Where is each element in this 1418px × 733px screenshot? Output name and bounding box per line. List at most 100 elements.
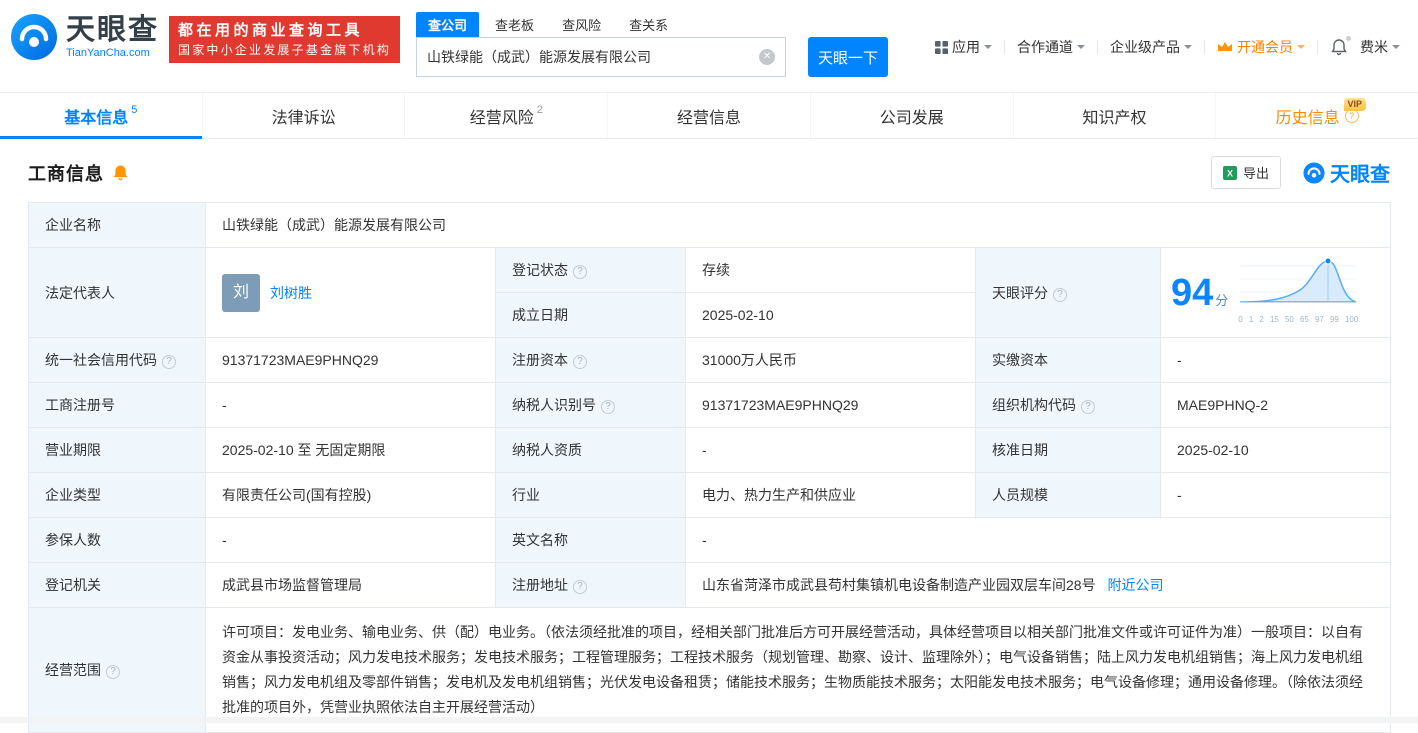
tab-history-info[interactable]: VIP 历史信息 ? — [1215, 93, 1418, 138]
logo-title: 天眼查 — [66, 14, 160, 46]
field-label-text: 注册地址 — [512, 577, 568, 593]
tick-label: 0 — [1238, 315, 1243, 324]
field-label: 纳税人资质 — [495, 427, 686, 473]
notification-dot — [1346, 36, 1351, 41]
section-nav: 基本信息 5 法律诉讼 经营风险 2 经营信息 公司发展 知识产权 VIP 历史… — [0, 92, 1418, 139]
tab-legal-litigation[interactable]: 法律诉讼 — [201, 93, 405, 138]
industry-value: 电力、热力生产和供应业 — [685, 472, 976, 518]
help-icon[interactable]: ? — [573, 355, 587, 369]
slogan-line1: 都在用的商业查询工具 — [178, 22, 364, 39]
tab-operating-risk[interactable]: 经营风险 2 — [404, 93, 607, 138]
score-value: 94 分 — [1171, 274, 1228, 312]
reg-number-value: - — [205, 382, 496, 428]
top-header: 天眼查 TianYanCha.com 都在用的商业查询工具 国家中小企业发展子基… — [0, 0, 1418, 92]
grid-icon — [935, 40, 948, 54]
menu-partner[interactable]: 合作通道 — [1017, 37, 1085, 57]
field-label: 成立日期 — [495, 292, 686, 338]
tick-label: 15 — [1269, 315, 1279, 324]
avatar[interactable]: 刘 — [222, 273, 260, 312]
row-credit-code: 统一社会信用代码? 91371723MAE9PHNQ29 注册资本? 31000… — [28, 337, 1392, 383]
help-icon[interactable]: ? — [1053, 287, 1067, 302]
excel-icon: X — [1222, 165, 1237, 180]
field-label-text: 注册资本 — [512, 352, 568, 368]
tab-intellectual-property[interactable]: 知识产权 — [1012, 93, 1216, 138]
row-reg-number: 工商注册号 - 纳税人识别号? 91371723MAE9PHNQ29 组织机构代… — [28, 382, 1392, 428]
legal-rep-cell: 刘 刘树胜 — [205, 247, 496, 338]
legal-rep-link[interactable]: 刘树胜 — [270, 282, 312, 304]
field-label: 纳税人识别号? — [495, 382, 686, 428]
divider — [1004, 40, 1005, 54]
staff-size-value: - — [1159, 472, 1392, 518]
tick-label: 65 — [1299, 315, 1309, 324]
tick-label: 50 — [1284, 315, 1294, 324]
tab-operating-info[interactable]: 经营信息 — [607, 93, 810, 138]
english-name-value: - — [684, 517, 1392, 563]
export-button[interactable]: X 导出 — [1210, 156, 1281, 189]
help-icon[interactable]: ? — [1081, 400, 1095, 414]
menu-open-vip[interactable]: 开通会员 — [1217, 37, 1305, 57]
export-label: 导出 — [1242, 166, 1269, 181]
help-icon[interactable]: ? — [573, 265, 587, 279]
credit-code-value: 91371723MAE9PHNQ29 — [205, 337, 496, 383]
field-label: 工商注册号 — [28, 382, 206, 428]
reg-authority-value: 成武县市场监督管理局 — [205, 562, 496, 608]
tick-label: 99 — [1329, 315, 1339, 324]
search-tab-relation[interactable]: 查关系 — [617, 12, 680, 37]
help-icon[interactable]: ? — [162, 355, 176, 369]
help-icon[interactable]: ? — [573, 580, 587, 594]
field-label: 登记状态? — [495, 247, 686, 293]
watermark-label: 天眼查 — [1330, 164, 1390, 186]
tab-label: 经营信息 — [677, 109, 742, 127]
tick-label: 1 — [1248, 315, 1254, 324]
chevron-down-icon — [984, 45, 992, 53]
tianyancha-score-cell[interactable]: 94 分 0 1 2 15 50 65 97 99 100 — [1159, 247, 1392, 338]
menu-apps[interactable]: 应用 — [935, 37, 992, 57]
tianyancha-logo[interactable]: 天眼查 TianYanCha.com — [10, 13, 159, 61]
clear-icon[interactable]: ✕ — [759, 49, 776, 65]
menu-user[interactable]: 费米 — [1360, 37, 1400, 57]
search-tab-risk[interactable]: 查风险 — [550, 12, 613, 37]
slogan-line2: 国家中小企业发展子基金旗下机构 — [178, 43, 392, 57]
notification-bell[interactable] — [1330, 36, 1351, 56]
search-tabs: 查公司 查老板 查风险 查关系 — [416, 12, 888, 37]
row-insured-count: 参保人数 - 英文名称 - — [28, 517, 1392, 563]
divider — [1204, 40, 1205, 54]
tab-label: 基本信息 — [64, 109, 129, 127]
search-button[interactable]: 天眼一下 — [808, 37, 889, 77]
tick-label: 100 — [1344, 315, 1359, 324]
tab-label: 经营风险 — [469, 109, 534, 127]
help-icon[interactable]: ? — [106, 665, 120, 679]
field-label: 注册地址? — [495, 562, 686, 608]
field-label-text: 组织机构代码 — [992, 397, 1076, 413]
tab-basic-info[interactable]: 基本信息 5 — [0, 93, 202, 139]
tab-label: 历史信息 — [1275, 109, 1340, 127]
menu-enterprise[interactable]: 企业级产品 — [1110, 37, 1192, 57]
field-label: 英文名称 — [495, 517, 686, 563]
field-label: 核准日期 — [975, 427, 1161, 473]
field-label: 企业名称 — [28, 202, 206, 248]
field-label-text: 天眼评分 — [992, 284, 1048, 301]
field-label-text: 统一社会信用代码 — [45, 352, 157, 368]
tick-label: 97 — [1314, 315, 1324, 324]
help-icon[interactable]: ? — [601, 400, 615, 414]
row-company-name: 企业名称 山铁绿能（成武）能源发展有限公司 — [28, 202, 1392, 248]
chevron-down-icon — [1077, 45, 1085, 53]
menu-user-label: 费米 — [1360, 39, 1388, 55]
search-tab-company[interactable]: 查公司 — [416, 12, 480, 37]
field-label: 登记机关 — [28, 562, 206, 608]
field-label: 行业 — [495, 472, 686, 518]
company-type-value: 有限责任公司(国有控股) — [205, 472, 496, 518]
search-input[interactable] — [417, 49, 760, 65]
search-box: ✕ — [416, 37, 787, 77]
row-company-type: 企业类型 有限责任公司(国有控股) 行业 电力、热力生产和供应业 人员规模 - — [28, 472, 1392, 518]
search-area: 查公司 查老板 查风险 查关系 ✕ 天眼一下 — [416, 12, 889, 77]
reg-status-value: 存续 — [685, 247, 976, 293]
subscribe-bell-icon[interactable] — [112, 164, 129, 181]
tab-company-development[interactable]: 公司发展 — [809, 93, 1013, 138]
svg-text:X: X — [1227, 168, 1233, 178]
search-tab-boss[interactable]: 查老板 — [483, 12, 546, 37]
chevron-down-icon — [1392, 45, 1400, 53]
top-menu: 应用 合作通道 企业级产品 开通会员 费米 — [935, 36, 1400, 57]
nearby-companies-link[interactable]: 附近公司 — [1107, 577, 1163, 593]
score-unit: 分 — [1215, 292, 1229, 308]
